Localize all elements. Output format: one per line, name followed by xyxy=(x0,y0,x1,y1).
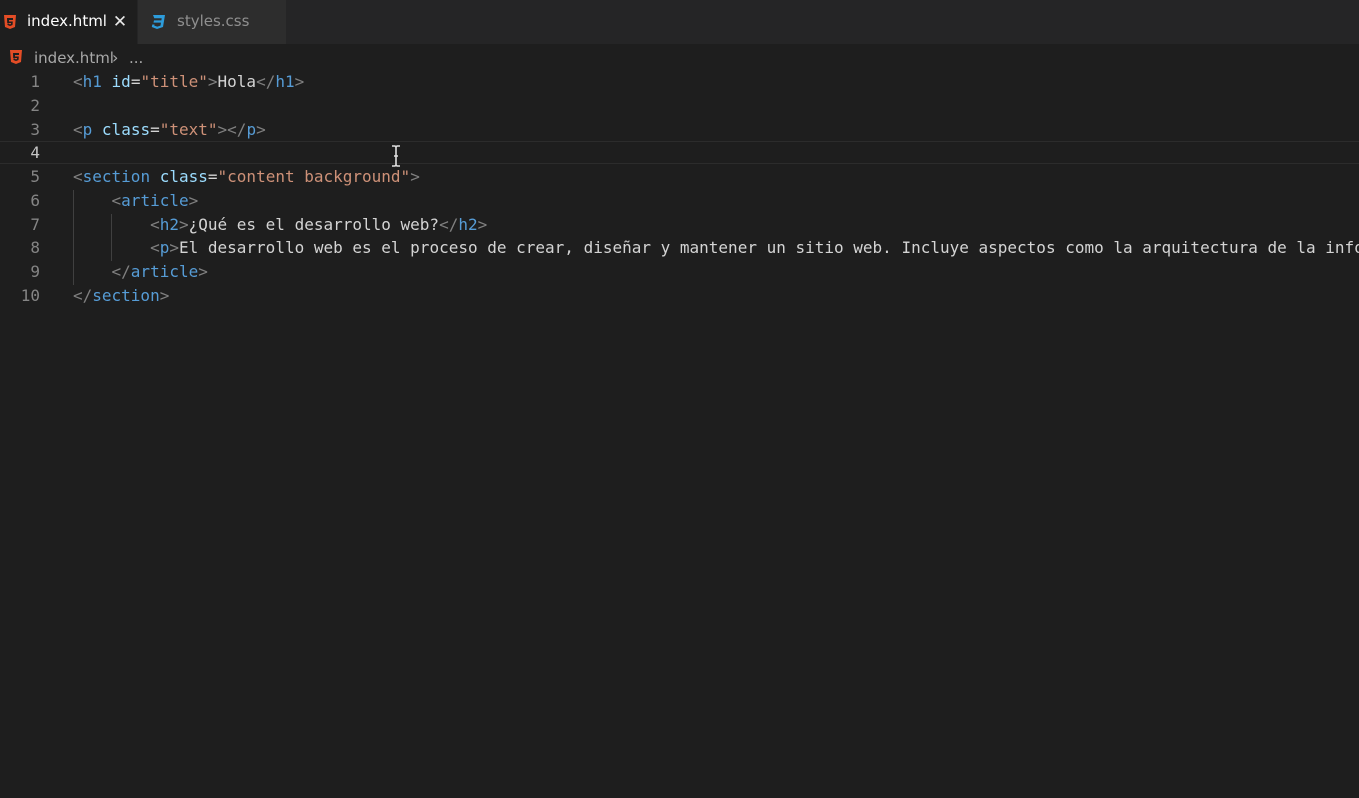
code-token: < xyxy=(150,238,160,257)
code-line[interactable]: 5 <section class="content background"> xyxy=(0,165,1359,188)
code-token: ></ xyxy=(217,120,247,139)
line-number: 5 xyxy=(30,167,40,186)
code-token: </ xyxy=(439,215,459,234)
line-number: 8 xyxy=(30,238,40,257)
html5-icon xyxy=(10,50,22,64)
code-token: "title" xyxy=(140,72,208,91)
code-token: h1 xyxy=(275,72,295,91)
chevron-right-icon: › xyxy=(112,48,119,67)
code-token: = xyxy=(150,120,160,139)
code-line[interactable]: 3 <p class="text"></p> xyxy=(0,118,1359,141)
code-token: id xyxy=(111,72,131,91)
code-line[interactable]: 6 <article> xyxy=(0,189,1359,212)
code-content: <h2>¿Qué es el desarrollo web?</h2> xyxy=(73,213,487,236)
code-token: > xyxy=(207,72,218,91)
code-line[interactable]: 10 </section> xyxy=(0,284,1359,307)
code-token: ¿Qué es el desarrollo web? xyxy=(188,215,440,234)
tab-index-html[interactable]: index.html ✕ xyxy=(0,0,137,44)
code-token: > xyxy=(294,72,305,91)
code-token: h2 xyxy=(458,215,478,234)
code-token: section xyxy=(92,286,160,305)
code-token: < xyxy=(111,191,122,210)
line-number: 4 xyxy=(30,143,40,162)
line-number: 9 xyxy=(30,262,40,281)
code-token: h1 xyxy=(82,72,102,91)
code-token: class xyxy=(159,167,208,186)
line-number: 2 xyxy=(30,96,40,115)
code-token: p xyxy=(82,120,93,139)
code-token: p xyxy=(246,120,257,139)
code-token: "content background" xyxy=(217,167,411,186)
text-cursor-icon xyxy=(392,145,400,167)
code-content: <h1 id="title">Hola</h1> xyxy=(73,70,304,93)
code-token: Hola xyxy=(217,72,257,91)
code-token: > xyxy=(477,215,488,234)
line-number: 10 xyxy=(20,286,40,305)
code-content: </section> xyxy=(73,284,169,307)
code-token: > xyxy=(169,238,179,257)
code-line[interactable]: 8 <p>El desarrollo web es el proceso de … xyxy=(0,236,1359,259)
code-token: = xyxy=(130,72,141,91)
code-token: article xyxy=(121,191,189,210)
code-token: < xyxy=(150,215,160,234)
line-number: 7 xyxy=(30,215,40,234)
close-icon[interactable]: ✕ xyxy=(110,11,130,33)
code-line[interactable]: 2 xyxy=(0,94,1359,117)
code-token: </ xyxy=(256,72,276,91)
tab-bar: index.html ✕ styles.css xyxy=(0,0,1359,44)
code-editor[interactable]: 1 <h1 id="title">Hola</h1> 2 3 <p class="tex… xyxy=(0,70,1359,798)
code-token: > xyxy=(159,286,170,305)
code-line[interactable]: 1 <h1 id="title">Hola</h1> xyxy=(0,70,1359,93)
code-token: < xyxy=(73,72,83,91)
code-token: > xyxy=(256,120,266,139)
code-token: El desarrollo web es el proceso de crear… xyxy=(178,238,1359,257)
code-content: <section class="content background"> xyxy=(73,165,420,188)
code-token: > xyxy=(410,167,420,186)
css3-icon xyxy=(151,15,165,29)
code-token: = xyxy=(207,167,218,186)
code-token: < xyxy=(73,167,83,186)
code-token: h2 xyxy=(159,215,179,234)
code-token: < xyxy=(73,120,83,139)
code-content: </article> xyxy=(73,260,208,283)
line-number: 3 xyxy=(30,120,40,139)
code-token: class xyxy=(101,120,151,139)
code-content: <article> xyxy=(73,189,199,212)
breadcrumb-more[interactable]: ... xyxy=(129,49,143,67)
code-content: <p class="text"></p> xyxy=(73,118,266,141)
code-token: article xyxy=(130,262,199,281)
code-content: <p>El desarrollo web es el proceso de cr… xyxy=(73,236,1359,259)
code-line[interactable]: 9 </article> xyxy=(0,260,1359,283)
breadcrumb-file[interactable]: index.html xyxy=(34,49,114,67)
tab-label: index.html xyxy=(27,12,107,30)
code-token: p xyxy=(159,238,170,257)
code-token: </ xyxy=(73,286,93,305)
code-token: "text" xyxy=(159,120,218,139)
tab-label: styles.css xyxy=(177,12,250,30)
code-token: > xyxy=(198,262,208,281)
code-token: section xyxy=(82,167,151,186)
code-token: > xyxy=(188,191,199,210)
code-token: </ xyxy=(111,262,131,281)
code-token: > xyxy=(178,215,189,234)
html5-icon xyxy=(4,15,16,29)
line-number: 6 xyxy=(30,191,40,210)
code-line[interactable]: 4 xyxy=(0,141,1359,164)
breadcrumb: index.html › ... xyxy=(0,44,1359,70)
code-line[interactable]: 7 <h2>¿Qué es el desarrollo web?</h2> xyxy=(0,213,1359,236)
tab-styles-css[interactable]: styles.css xyxy=(138,0,286,44)
line-number: 1 xyxy=(30,72,40,91)
